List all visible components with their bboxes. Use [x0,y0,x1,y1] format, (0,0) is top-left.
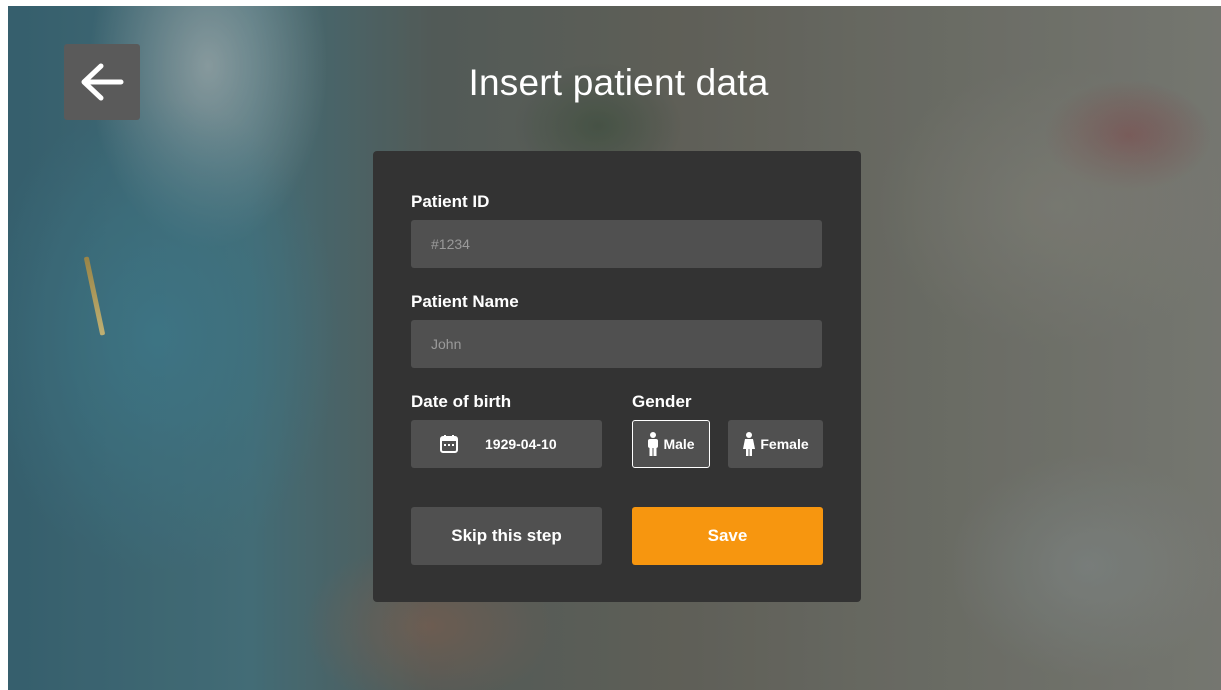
calendar-icon [439,434,459,454]
patient-id-label: Patient ID [411,192,490,211]
save-button[interactable]: Save [632,507,823,565]
page-title: Insert patient data [468,62,769,103]
skip-step-button[interactable]: Skip this step [411,507,602,565]
female-figure-icon [743,432,756,456]
patient-form-panel: Patient ID Patient Name Date of birth 19… [373,151,861,602]
gender-female-button[interactable]: Female [728,420,823,468]
gender-label: Gender [632,392,692,411]
date-of-birth-field[interactable]: 1929-04-10 [411,420,602,468]
date-of-birth-label: Date of birth [411,392,512,411]
patient-id-input[interactable] [411,220,822,268]
gender-female-label: Female [760,436,809,452]
gender-male-button[interactable]: Male [632,420,710,468]
background-photo: Insert patient data Patient ID Patient N… [8,6,1221,690]
gender-male-label: Male [663,436,695,452]
patient-name-input[interactable] [411,320,822,368]
date-of-birth-value: 1929-04-10 [485,436,557,452]
male-figure-icon [648,432,659,456]
patient-name-label: Patient Name [411,292,519,311]
